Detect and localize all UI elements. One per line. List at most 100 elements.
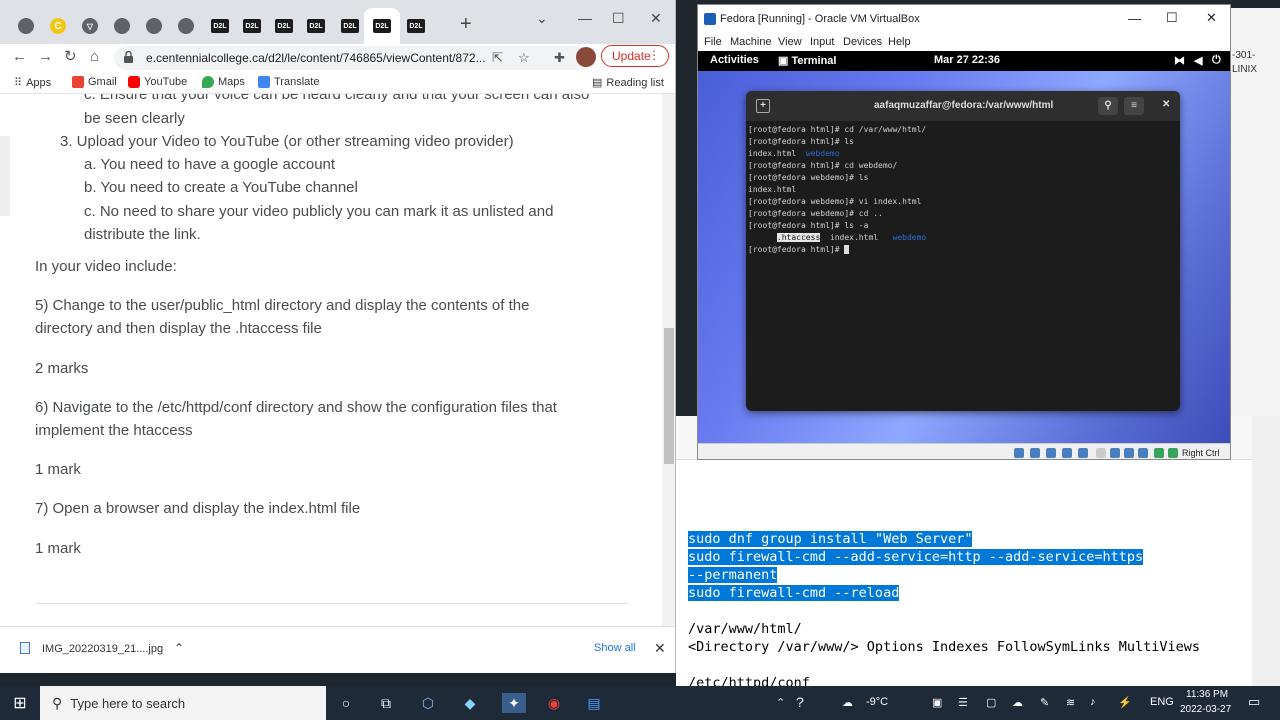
close-downloads-icon[interactable]: ✕ (654, 640, 666, 657)
tray-icon-2[interactable]: ☰ (958, 696, 968, 709)
menu-devices[interactable]: Devices (843, 36, 882, 48)
close-icon[interactable]: ✕ (650, 10, 662, 27)
new-tab-icon[interactable]: + (460, 14, 472, 34)
bookmark-gmail[interactable]: Gmail (72, 76, 117, 88)
more-menu-icon[interactable]: ⋮ (648, 48, 660, 62)
terminal-app-menu[interactable]: ▣ Terminal (778, 54, 836, 67)
audio-icon[interactable] (1046, 448, 1056, 458)
menu-input[interactable]: Input (810, 36, 834, 48)
display-icon[interactable] (1110, 448, 1120, 458)
volume-icon[interactable]: ◀ (1194, 54, 1202, 67)
bookmark-apps[interactable]: ⠿ Apps (14, 76, 51, 90)
bookmark-youtube[interactable]: YouTube (128, 76, 187, 88)
taskbar-search[interactable]: ⚲ Type here to search (40, 686, 326, 720)
help-icon[interactable]: ? (796, 694, 804, 710)
scrollbar-thumb[interactable] (664, 328, 674, 464)
tab-1[interactable] (10, 8, 42, 44)
show-all-button[interactable]: Show all (594, 642, 636, 654)
windows-start-icon[interactable]: ⊞ (10, 693, 30, 713)
side-panel-handle[interactable] (0, 136, 10, 216)
forward-icon[interactable]: → (38, 48, 53, 66)
app-icon-notes[interactable]: ◆ (460, 693, 480, 713)
shared-folder-icon[interactable] (1096, 448, 1106, 458)
language-indicator[interactable]: ENG (1150, 696, 1174, 708)
activities-button[interactable]: Activities (710, 54, 759, 66)
note-line-7[interactable]: <Directory /var/www/> Options Indexes Fo… (688, 638, 1200, 656)
menu-file[interactable]: File (704, 36, 722, 48)
tab-search-icon[interactable]: ⌄ (536, 10, 548, 27)
tab-6[interactable] (170, 8, 202, 44)
network-icon[interactable]: ⧓ (1174, 54, 1185, 67)
keyboard-icon[interactable] (1168, 448, 1178, 458)
chevron-up-icon[interactable]: ⌃ (174, 641, 184, 655)
usb-icon[interactable] (1078, 448, 1088, 458)
hamburger-menu-icon[interactable]: ≡ (1124, 97, 1144, 115)
home-icon[interactable]: ⌂ (90, 48, 99, 66)
tab-d2l-7[interactable]: D2L (400, 8, 432, 44)
menu-machine[interactable]: Machine (730, 36, 772, 48)
recording-icon[interactable] (1124, 448, 1134, 458)
mouse-integration-icon[interactable] (1154, 448, 1164, 458)
notes-scrollbar[interactable] (1252, 416, 1280, 686)
back-icon[interactable]: ← (12, 48, 27, 66)
note-line-2[interactable]: sudo firewall-cmd --add-service=http --a… (688, 548, 1144, 566)
tray-icon-3[interactable]: ▢ (986, 696, 996, 709)
tab-d2l-1[interactable]: D2L (204, 8, 236, 44)
clock-date[interactable]: 2022-03-27 (1180, 704, 1231, 715)
maximize-icon[interactable]: ☐ (612, 10, 625, 27)
note-line-3[interactable]: --permanent (688, 566, 778, 584)
pen-icon[interactable]: ✎ (1040, 696, 1049, 709)
bookmark-translate[interactable]: Translate (258, 76, 319, 88)
tab-5[interactable] (138, 8, 170, 44)
minimize-icon[interactable]: — (1128, 11, 1141, 26)
minimize-icon[interactable]: — (578, 10, 592, 26)
clock-time[interactable]: 11:36 PM (1186, 689, 1228, 700)
task-view-icon[interactable]: ⧉ (376, 693, 396, 713)
virtualbox-taskbar-icon[interactable]: ✦ (502, 693, 526, 713)
tab-4[interactable] (106, 8, 138, 44)
tab-d2l-3[interactable]: D2L (268, 8, 300, 44)
maximize-icon[interactable]: ☐ (1166, 10, 1178, 26)
tab-d2l-5[interactable]: D2L (334, 8, 366, 44)
wifi-icon[interactable]: ≋ (1066, 696, 1075, 709)
note-line-1[interactable]: sudo dnf group install "Web Server" (688, 530, 973, 548)
bookmark-star-icon[interactable]: ☆ (518, 50, 530, 66)
hdd-icon[interactable] (1014, 448, 1024, 458)
extensions-icon[interactable]: ✚ (554, 50, 565, 66)
onedrive-icon[interactable]: ☁ (1012, 696, 1023, 709)
menu-view[interactable]: View (778, 36, 802, 48)
new-tab-icon[interactable]: + (756, 99, 770, 113)
address-bar[interactable]: e.centennialcollege.ca/d2l/le/content/74… (114, 46, 592, 70)
update-button[interactable]: Update ⋮ (601, 45, 669, 67)
chevron-up-icon[interactable]: ⌃ (776, 696, 785, 709)
note-line-6[interactable]: /var/www/html/ (688, 620, 802, 638)
download-item[interactable]: IMG_20220319_21....jpg (42, 643, 163, 655)
network-icon[interactable]: ⚡ (1118, 696, 1132, 709)
optical-icon[interactable] (1030, 448, 1040, 458)
reload-icon[interactable]: ↻ (64, 48, 77, 66)
power-icon[interactable]: ⏻ (1212, 54, 1221, 67)
reading-list[interactable]: ▤ Reading list (592, 76, 664, 90)
temperature[interactable]: -9°C (866, 696, 888, 708)
share-icon[interactable]: ⇱ (492, 50, 503, 66)
close-icon[interactable]: ✕ (1162, 99, 1170, 110)
cpu-icon[interactable] (1138, 448, 1148, 458)
terminal-output[interactable]: [root@fedora html]# cd /var/www/html/ [r… (748, 124, 1176, 409)
tab-d2l-active[interactable]: D2L (364, 8, 400, 44)
menu-help[interactable]: Help (888, 36, 911, 48)
tab-d2l-2[interactable]: D2L (236, 8, 268, 44)
search-icon[interactable]: ⚲ (1098, 97, 1118, 115)
cortana-icon[interactable]: ○ (336, 693, 356, 713)
close-icon[interactable]: ✕ (1206, 10, 1217, 26)
bookmark-maps[interactable]: Maps (202, 76, 245, 88)
network-icon[interactable] (1062, 448, 1072, 458)
tab-d2l-4[interactable]: D2L (300, 8, 332, 44)
weather-icon[interactable]: ☁ (842, 696, 853, 709)
tab-2[interactable]: C (42, 8, 74, 44)
profile-avatar[interactable] (576, 47, 596, 67)
app-icon-3d[interactable]: ⬡ (418, 693, 438, 713)
gnome-clock[interactable]: Mar 27 22:36 (934, 54, 1000, 66)
volume-icon[interactable]: ♪ (1090, 696, 1096, 708)
note-line-9[interactable]: /etc/httpd/conf (688, 674, 810, 686)
tray-icon-1[interactable]: ▣ (932, 696, 942, 709)
